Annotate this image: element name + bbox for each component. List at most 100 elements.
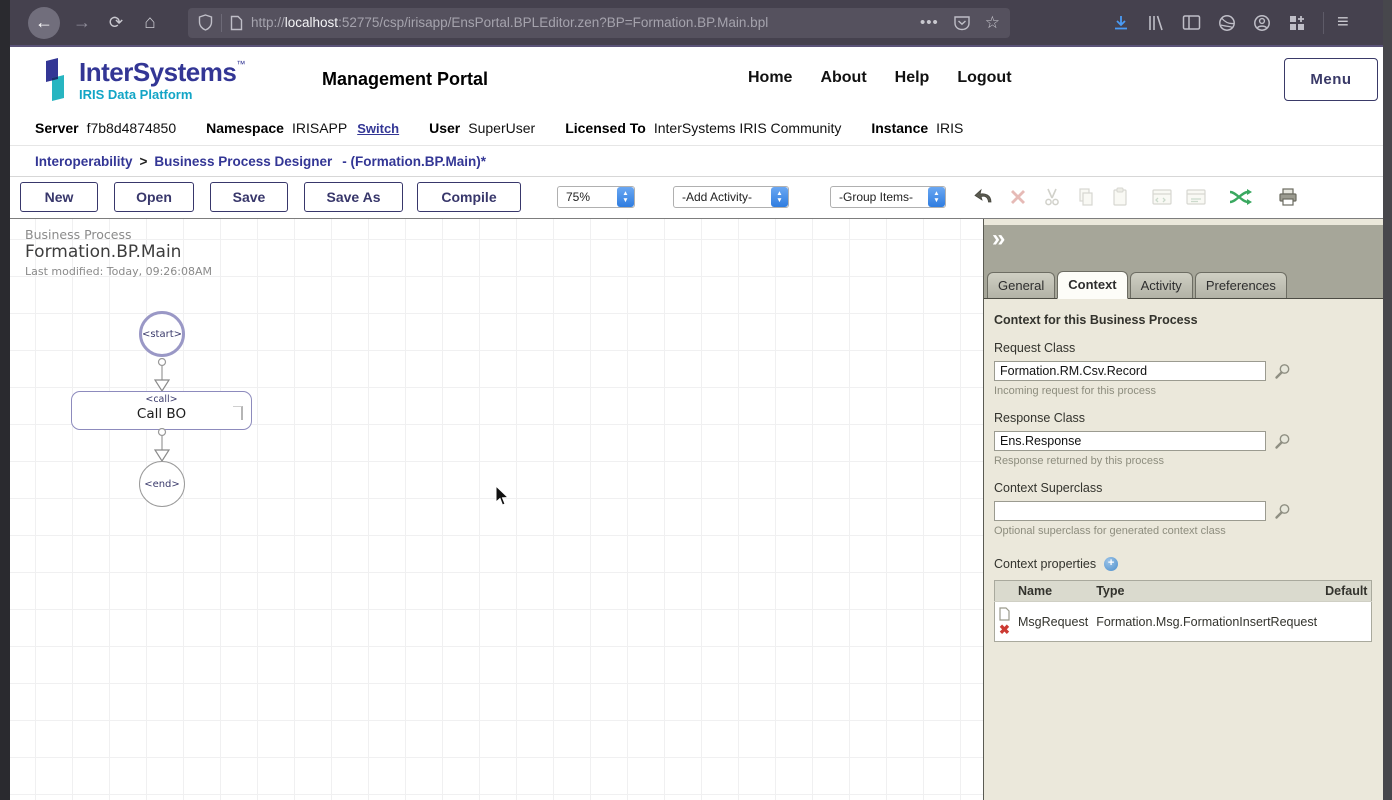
nav-home-link[interactable]: Home <box>748 69 792 87</box>
bpl-diagram-canvas[interactable]: Business Process Formation.BP.Main Last … <box>10 219 983 800</box>
tab-preferences[interactable]: Preferences <box>1195 272 1287 298</box>
show-code-icon[interactable] <box>1184 184 1208 210</box>
logo-tm: ™ <box>236 59 245 69</box>
browser-reload-button[interactable]: ⟳ <box>102 13 130 33</box>
delete-property-icon[interactable]: ✖ <box>999 622 1010 637</box>
browser-menu-icon[interactable]: ≡ <box>1337 11 1349 34</box>
response-class-lookup-icon[interactable] <box>1274 433 1291 450</box>
tab-context[interactable]: Context <box>1057 271 1127 299</box>
breadcrumb-separator: > <box>140 154 148 169</box>
background-window-edge <box>0 0 10 800</box>
properties-panel: » General Context Activity Preferences C… <box>983 219 1383 800</box>
canvas-kind-label: Business Process <box>25 227 132 242</box>
start-node[interactable]: <start> <box>139 311 185 357</box>
switch-namespace-link[interactable]: Switch <box>357 121 399 136</box>
open-button[interactable]: Open <box>114 182 194 212</box>
edit-property-icon[interactable] <box>999 607 1010 621</box>
add-activity-select[interactable]: -Add Activity- ▲▼ <box>673 186 789 208</box>
sidebar-icon[interactable] <box>1182 14 1201 31</box>
bookmark-star-icon[interactable]: ☆ <box>985 13 1000 33</box>
save-as-button[interactable]: Save As <box>304 182 403 212</box>
address-bar[interactable]: http://localhost:52775/csp/irisapp/EnsPo… <box>188 8 1010 38</box>
response-class-label: Response Class <box>994 411 1373 425</box>
request-class-input[interactable] <box>994 361 1266 381</box>
license-info: Licensed ToInterSystems IRIS Community <box>565 120 841 136</box>
page-info-icon[interactable] <box>230 15 243 31</box>
property-default <box>1321 602 1372 642</box>
intersystems-logo-icon <box>38 57 72 103</box>
breadcrumb-interoperability-link[interactable]: Interoperability <box>35 154 133 169</box>
menu-button[interactable]: Menu <box>1284 58 1378 101</box>
response-class-input[interactable] <box>994 431 1266 451</box>
column-default: Default <box>1321 581 1372 602</box>
request-class-lookup-icon[interactable] <box>1274 363 1291 380</box>
add-property-icon[interactable]: + <box>1104 557 1118 571</box>
end-node[interactable]: <end> <box>139 461 185 507</box>
canvas-last-modified: Last modified: Today, 09:26:08AM <box>25 265 212 278</box>
downloads-icon[interactable] <box>1112 14 1130 32</box>
context-superclass-label: Context Superclass <box>994 481 1373 495</box>
call-activity-node[interactable]: <call> Call BO <box>71 391 252 430</box>
request-class-help: Incoming request for this process <box>994 385 1373 397</box>
logo-subtitle: IRIS Data Platform <box>79 87 245 102</box>
panel-expand-icon[interactable]: » <box>992 225 1016 253</box>
pocket-icon[interactable] <box>953 14 971 32</box>
browser-toolbar: ← → ⟳ ⌂ http://localhost:52775/csp/irisa… <box>10 0 1383 47</box>
user-info: UserSuperUser <box>429 120 535 136</box>
connector-call-to-end <box>153 428 171 462</box>
response-class-help: Response returned by this process <box>994 455 1373 467</box>
divider <box>221 14 222 32</box>
editor-toolbar: New Open Save Save As Compile 75% ▲▼ -Ad… <box>10 177 1383 219</box>
call-node-handle-icon[interactable] <box>233 406 243 420</box>
browser-scrollbar[interactable] <box>1383 0 1392 800</box>
undo-icon[interactable] <box>972 184 996 210</box>
select-stepper-icon: ▲▼ <box>617 187 634 207</box>
connector-start-to-call <box>153 358 171 392</box>
breadcrumb: Interoperability > Business Process Desi… <box>10 146 1383 177</box>
context-superclass-input[interactable] <box>994 501 1266 521</box>
tab-general[interactable]: General <box>987 272 1055 298</box>
new-button[interactable]: New <box>20 182 98 212</box>
copy-icon[interactable] <box>1074 184 1098 210</box>
container-globe-icon[interactable] <box>1218 14 1236 32</box>
paste-icon[interactable] <box>1108 184 1132 210</box>
breadcrumb-document: - (Formation.BP.Main)* <box>342 154 486 169</box>
context-properties-table: Name Type Default ✖ MsgRequest Formation… <box>994 580 1372 642</box>
context-superclass-lookup-icon[interactable] <box>1274 503 1291 520</box>
portal-header: InterSystems™ IRIS Data Platform Managem… <box>10 49 1383 111</box>
print-icon[interactable] <box>1276 184 1300 210</box>
table-row[interactable]: ✖ MsgRequest Formation.Msg.FormationInse… <box>995 602 1372 642</box>
server-info-bar: Serverf7b8d4874850 NamespaceIRISAPPSwitc… <box>10 111 1383 146</box>
context-properties-label: Context properties <box>994 557 1096 571</box>
divider <box>1323 12 1324 34</box>
namespace-info: NamespaceIRISAPPSwitch <box>206 120 399 136</box>
cut-icon[interactable] <box>1040 184 1064 210</box>
zoom-select[interactable]: 75% ▲▼ <box>557 186 635 208</box>
show-xml-icon[interactable] <box>1150 184 1174 210</box>
instance-info: InstanceIRIS <box>871 120 963 136</box>
breadcrumb-page-link[interactable]: Business Process Designer <box>154 154 332 169</box>
browser-forward-button[interactable]: → <box>68 12 96 33</box>
shield-icon[interactable] <box>198 14 213 31</box>
nav-logout-link[interactable]: Logout <box>957 69 1011 87</box>
delete-icon[interactable] <box>1006 184 1030 210</box>
panel-tabs: General Context Activity Preferences <box>984 269 1383 299</box>
account-icon[interactable] <box>1253 14 1271 32</box>
browser-back-button[interactable]: ← <box>28 7 60 39</box>
top-nav: Home About Help Logout <box>748 69 1012 87</box>
extensions-grid-icon[interactable] <box>1288 14 1306 32</box>
compile-button[interactable]: Compile <box>417 182 521 212</box>
nav-about-link[interactable]: About <box>820 69 866 87</box>
page-actions-icon[interactable]: ••• <box>920 14 939 31</box>
tab-activity[interactable]: Activity <box>1130 272 1193 298</box>
group-items-select[interactable]: -Group Items- ▲▼ <box>830 186 946 208</box>
browser-home-button[interactable]: ⌂ <box>136 12 164 34</box>
library-icon[interactable] <box>1147 14 1165 32</box>
url-text[interactable]: http://localhost:52775/csp/irisapp/EnsPo… <box>251 15 912 30</box>
nav-help-link[interactable]: Help <box>895 69 930 87</box>
panel-header: » <box>984 225 1383 269</box>
mouse-cursor <box>494 485 510 507</box>
column-name: Name <box>1014 581 1092 602</box>
save-button[interactable]: Save <box>210 182 288 212</box>
reroute-connections-icon[interactable] <box>1228 184 1252 210</box>
